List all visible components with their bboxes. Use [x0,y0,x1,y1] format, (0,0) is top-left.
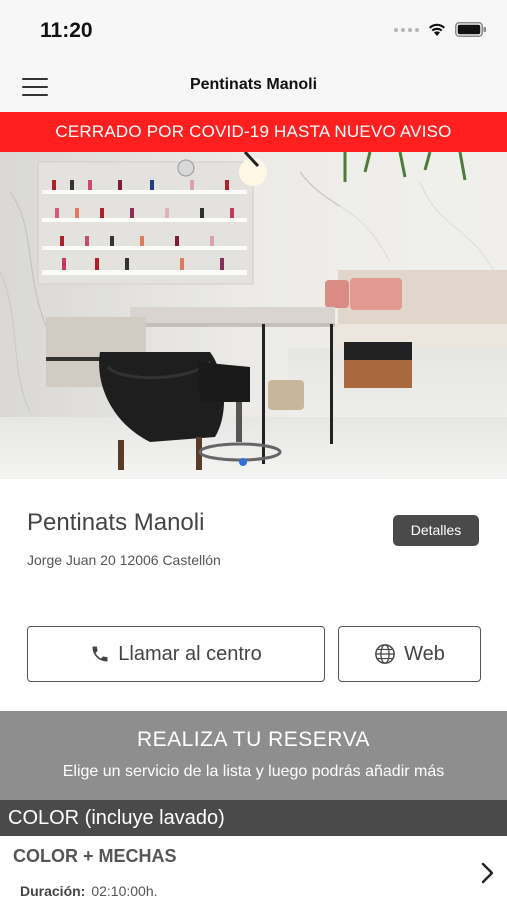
covid-closure-banner: CERRADO POR COVID-19 HASTA NUEVO AVISO [0,112,507,152]
service-item[interactable]: COLOR + MECHAS Duración: 02:10:00h. [0,836,507,900]
details-button[interactable]: Detalles [393,515,479,546]
signal-icon [394,27,419,32]
battery-icon [455,22,486,37]
nav-bar: Pentinats Manoli [0,62,507,112]
service-duration: Duración: 02:10:00h. [20,883,158,899]
salon-name: Pentinats Manoli [27,509,205,536]
salon-photo-carousel[interactable] [0,152,507,479]
status-icons [394,22,487,37]
wifi-icon [429,23,445,36]
page-title: Pentinats Manoli [189,76,318,93]
web-label: Web [404,642,445,665]
status-bar: 11:20 [0,0,507,62]
booking-header: REALIZA TU RESERVA Elige un servicio de … [0,711,507,800]
call-center-button[interactable]: Llamar al centro [27,626,325,682]
booking-subtitle: Elige un servicio de la lista y luego po… [62,763,445,780]
globe-icon [375,644,396,664]
salon-info: Pentinats Manoli Jorge Juan 20 12006 Cas… [0,479,507,711]
web-button[interactable]: Web [338,626,481,682]
call-center-label: Llamar al centro [118,642,262,665]
service-name: COLOR + MECHAS [13,846,177,866]
service-category-header: COLOR (incluye lavado) [0,800,507,836]
phone-icon [92,646,108,662]
chevron-right-icon [481,862,494,884]
status-time: 11:20 [40,19,93,42]
salon-photo [0,152,507,479]
carousel-page-indicator[interactable] [239,458,247,466]
salon-address: Jorge Juan 20 12006 Castellón [27,552,221,568]
duration-label: Duración: [20,883,86,899]
booking-title: REALIZA TU RESERVA [136,728,371,751]
duration-value: 02:10:00h. [91,883,158,899]
